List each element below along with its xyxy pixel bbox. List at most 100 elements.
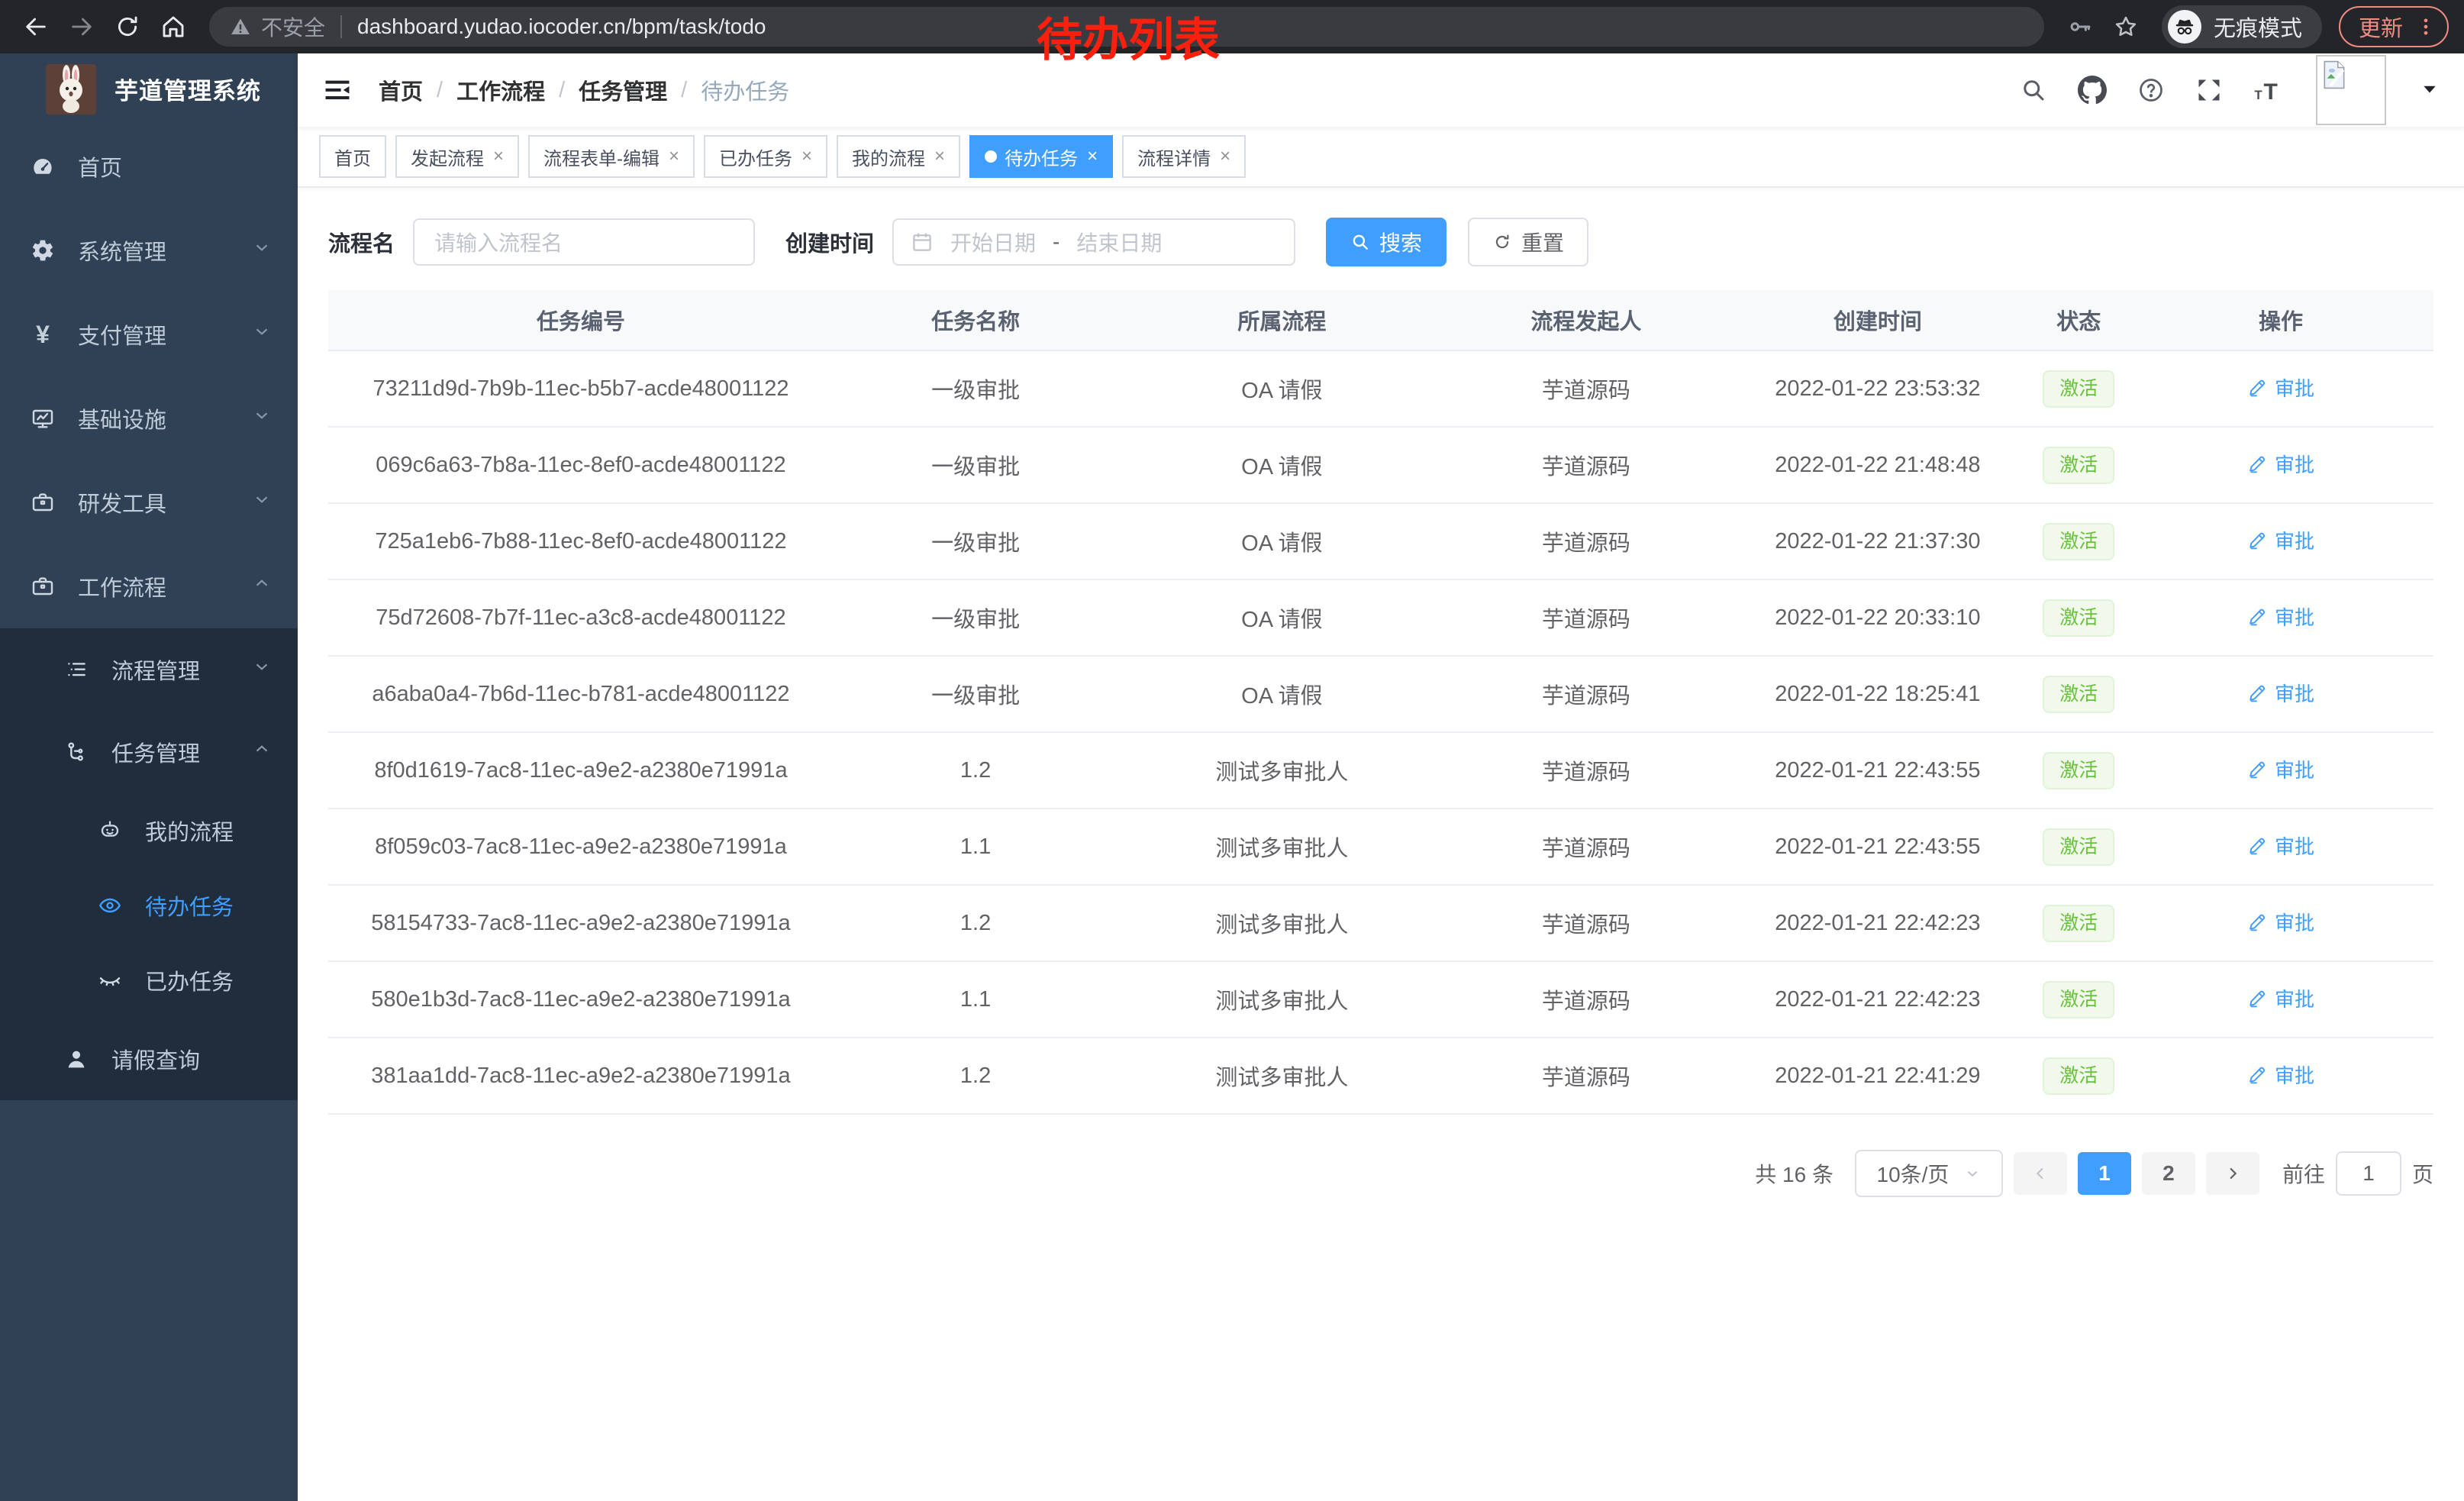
goto-page-input[interactable]: 1 <box>2336 1151 2401 1196</box>
col-created-at: 创建时间 <box>1726 290 2029 350</box>
cell-process: OA 请假 <box>1118 427 1446 503</box>
sidebar-item-my-process[interactable]: 我的流程 <box>0 793 298 868</box>
browser-reload-icon[interactable] <box>107 6 148 47</box>
table-row: 58154733-7ac8-11ec-a9e2-a2380e71991a 1.2… <box>328 885 2433 961</box>
tag-form-edit[interactable]: 流程表单-编辑× <box>528 135 695 178</box>
approve-link[interactable]: 审批 <box>2247 984 2314 1012</box>
workflow-submenu: 流程管理 任务管理 <box>0 628 298 1100</box>
close-icon[interactable]: × <box>1220 147 1230 166</box>
cell-actions: 审批 <box>2128 427 2433 503</box>
cell-actions: 审批 <box>2128 503 2433 579</box>
browser-update-button[interactable]: 更新 <box>2339 6 2449 47</box>
page-button-1[interactable]: 1 <box>2078 1152 2131 1195</box>
browser-menu-dots-icon[interactable] <box>2415 16 2437 37</box>
password-key-icon[interactable] <box>2059 6 2101 47</box>
tag-todo-tasks[interactable]: 待办任务× <box>969 135 1113 178</box>
task-mgmt-submenu: 我的流程 待办任务 已办任务 <box>0 793 298 1018</box>
sidebar-item-label: 待办任务 <box>145 889 272 922</box>
browser-back-icon[interactable] <box>15 6 56 47</box>
cell-created-at: 2022-01-21 22:42:23 <box>1726 961 2029 1038</box>
search-button[interactable]: 搜索 <box>1326 218 1446 266</box>
pagination: 共 16 条 10条/页 1 2 前往 1 <box>328 1150 2433 1228</box>
sidebar-item-devtools[interactable]: 研发工具 <box>0 460 298 544</box>
sidebar-item-home[interactable]: 首页 <box>0 124 298 208</box>
approve-link[interactable]: 审批 <box>2247 1060 2314 1089</box>
breadcrumb-separator: / <box>559 78 565 103</box>
close-icon[interactable]: × <box>493 147 504 166</box>
approve-link[interactable]: 审批 <box>2247 373 2314 402</box>
bookmark-star-icon[interactable] <box>2105 6 2146 47</box>
edit-pencil-icon <box>2247 989 2267 1009</box>
approve-link[interactable]: 审批 <box>2247 755 2314 783</box>
close-icon[interactable]: × <box>1087 147 1098 166</box>
close-icon[interactable]: × <box>669 147 679 166</box>
tag-done-tasks[interactable]: 已办任务× <box>704 135 827 178</box>
browser-home-icon[interactable] <box>153 6 194 47</box>
table-row: 8f0d1619-7ac8-11ec-a9e2-a2380e71991a 1.2… <box>328 732 2433 809</box>
date-range-picker[interactable]: 开始日期 - 结束日期 <box>892 218 1295 266</box>
process-name-input[interactable]: 请输入流程名 <box>413 218 755 266</box>
prev-page-button[interactable] <box>2014 1152 2067 1195</box>
help-icon[interactable] <box>2137 76 2165 104</box>
create-time-label: 创建时间 <box>785 226 874 258</box>
next-page-button[interactable] <box>2206 1152 2259 1195</box>
approve-link[interactable]: 审批 <box>2247 602 2314 631</box>
cell-initiator: 芋道源码 <box>1446 656 1726 732</box>
cell-task-id: 75d72608-7b7f-11ec-a3c8-acde48001122 <box>328 579 834 656</box>
sidebar-item-done-tasks[interactable]: 已办任务 <box>0 943 298 1018</box>
sidebar-item-process-mgmt[interactable]: 流程管理 <box>0 628 298 711</box>
cell-status: 激活 <box>2029 732 2128 809</box>
sidebar-collapse-icon[interactable] <box>316 69 359 111</box>
sidebar-item-workflow[interactable]: 工作流程 <box>0 544 298 628</box>
table-body: 73211d9d-7b9b-11ec-b5b7-acde48001122 一级审… <box>328 350 2433 1114</box>
cell-task-name: 一级审批 <box>834 350 1118 427</box>
sidebar-item-payment[interactable]: ¥ 支付管理 <box>0 292 298 376</box>
chevron-down-icon <box>252 489 272 515</box>
reset-button[interactable]: 重置 <box>1468 218 1588 266</box>
sidebar-item-task-mgmt[interactable]: 任务管理 <box>0 711 298 793</box>
security-status[interactable]: 不安全 <box>229 11 325 42</box>
page-button-2[interactable]: 2 <box>2142 1152 2195 1195</box>
sidebar-item-infra[interactable]: 基础设施 <box>0 376 298 460</box>
breadcrumb-home[interactable]: 首页 <box>379 74 423 106</box>
breadcrumb-workflow[interactable]: 工作流程 <box>456 74 545 106</box>
sidebar-item-system[interactable]: 系统管理 <box>0 208 298 292</box>
cell-process: 测试多审批人 <box>1118 732 1446 809</box>
sidebar-item-label: 基础设施 <box>78 402 252 434</box>
approve-link[interactable]: 审批 <box>2247 831 2314 860</box>
cell-actions: 审批 <box>2128 1038 2433 1114</box>
browser-toolbar: 不安全 dashboard.yudao.iocoder.cn/bpm/task/… <box>0 0 2464 53</box>
tag-home[interactable]: 首页 <box>319 135 386 178</box>
page-size-select[interactable]: 10条/页 <box>1855 1150 2003 1197</box>
status-badge: 激活 <box>2043 905 2114 942</box>
github-icon[interactable] <box>2078 76 2107 105</box>
close-icon[interactable]: × <box>801 147 812 166</box>
approve-link[interactable]: 审批 <box>2247 679 2314 707</box>
sidebar-item-leave-query[interactable]: 请假查询 <box>0 1018 298 1100</box>
font-size-icon[interactable]: TT <box>2253 76 2285 104</box>
status-badge: 激活 <box>2043 676 2114 713</box>
hierarchy-icon <box>63 740 90 764</box>
cell-status: 激活 <box>2029 350 2128 427</box>
col-process: 所属流程 <box>1118 290 1446 350</box>
close-icon[interactable]: × <box>934 147 945 166</box>
person-icon <box>63 1047 90 1071</box>
approve-link[interactable]: 审批 <box>2247 526 2314 554</box>
url-text[interactable]: dashboard.yudao.iocoder.cn/bpm/task/todo <box>357 15 766 39</box>
browser-forward-icon[interactable] <box>61 6 102 47</box>
tag-start-process[interactable]: 发起流程× <box>395 135 519 178</box>
approve-link[interactable]: 审批 <box>2247 450 2314 478</box>
search-icon[interactable] <box>2020 76 2047 104</box>
tag-my-process[interactable]: 我的流程× <box>837 135 960 178</box>
caret-down-icon[interactable] <box>2421 82 2438 99</box>
edit-pencil-icon <box>2247 607 2267 627</box>
tag-process-detail[interactable]: 流程详情× <box>1122 135 1246 178</box>
cell-actions: 审批 <box>2128 961 2433 1038</box>
fullscreen-icon[interactable] <box>2195 76 2223 104</box>
breadcrumb-task-mgmt[interactable]: 任务管理 <box>579 74 667 106</box>
status-badge: 激活 <box>2043 828 2114 866</box>
app-logo-row[interactable]: 芋道管理系统 <box>0 53 298 124</box>
sidebar-item-todo-tasks[interactable]: 待办任务 <box>0 868 298 943</box>
user-avatar[interactable] <box>2316 55 2386 125</box>
approve-link[interactable]: 审批 <box>2247 908 2314 936</box>
